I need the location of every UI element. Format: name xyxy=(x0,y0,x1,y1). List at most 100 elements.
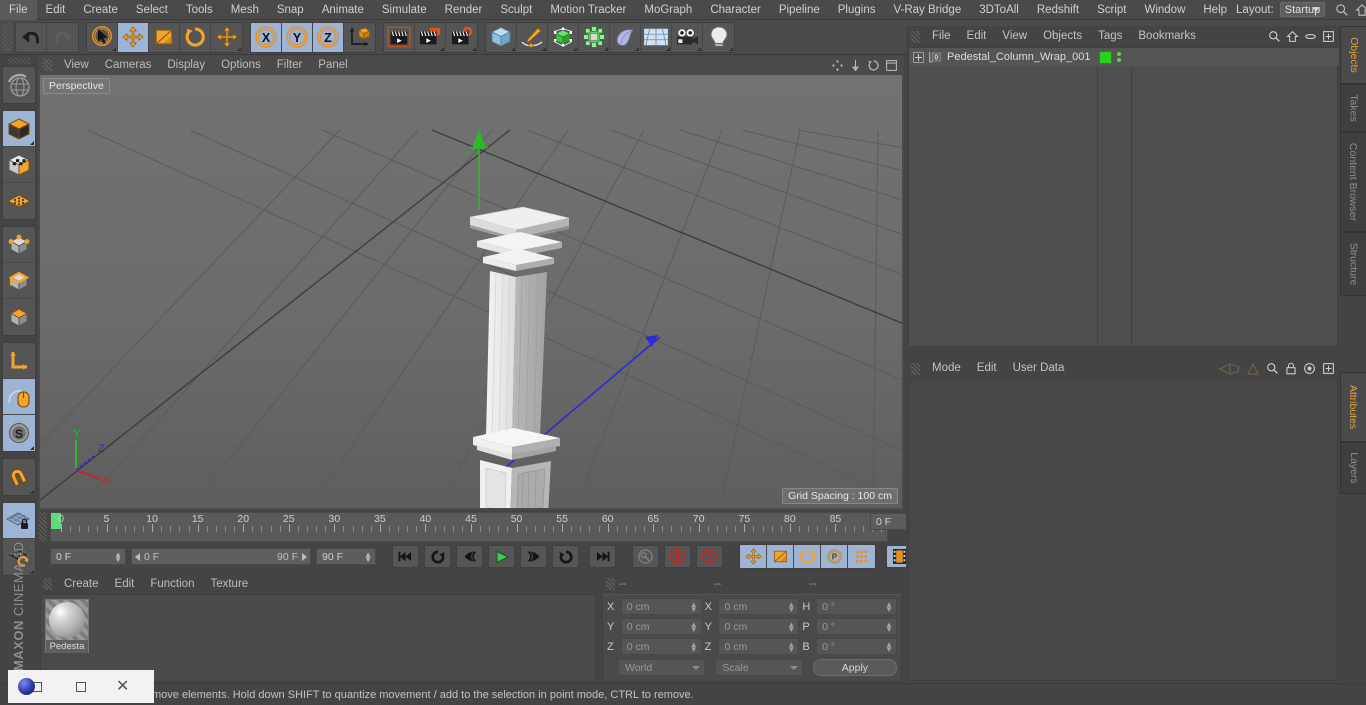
apply-button[interactable]: Apply xyxy=(812,659,898,676)
edges-mode-tool[interactable] xyxy=(3,263,35,299)
menu-item-help[interactable]: Help xyxy=(1194,0,1236,20)
menu-item-animate[interactable]: Animate xyxy=(313,0,373,20)
zoom-view-icon[interactable] xyxy=(849,59,862,72)
select-tool[interactable] xyxy=(87,22,118,52)
soft-selection-tool[interactable]: S xyxy=(3,415,35,451)
menu-item-file[interactable]: File xyxy=(0,0,37,20)
spinner-icon[interactable]: ▲▼ xyxy=(885,601,893,614)
menu-item-plugins[interactable]: Plugins xyxy=(829,0,885,20)
rotation-p-field[interactable]: 0 ° ▲ ▼ xyxy=(816,618,897,635)
object-menu-view[interactable]: View xyxy=(994,26,1035,47)
viewport-menu-view[interactable]: View xyxy=(56,55,97,75)
menu-item-redshift[interactable]: Redshift xyxy=(1028,0,1088,20)
add-scene-object-button[interactable] xyxy=(610,22,641,52)
workplane-mode-tool[interactable] xyxy=(3,183,35,219)
size-z-field[interactable]: 0 cm ▲ ▼ xyxy=(718,638,800,655)
play-forwards-button[interactable] xyxy=(552,545,579,568)
viewport-solo-tool[interactable] xyxy=(3,379,35,415)
spinner-icon[interactable]: ▲▼ xyxy=(690,621,698,634)
rotate-view-icon[interactable] xyxy=(867,59,880,72)
search-icon[interactable] xyxy=(1266,362,1279,375)
viewport-menu-filter[interactable]: Filter xyxy=(269,55,311,75)
maximize-window-icon[interactable] xyxy=(76,681,86,692)
menu-item-select[interactable]: Select xyxy=(127,0,177,20)
menu-item-sculpt[interactable]: Sculpt xyxy=(491,0,541,20)
next-frame-button[interactable] xyxy=(520,545,547,568)
attribute-menu-user-data[interactable]: User Data xyxy=(1005,358,1073,379)
render-region-button[interactable] xyxy=(415,22,446,52)
material-menu-function[interactable]: Function xyxy=(142,574,202,594)
expand-toggle-icon[interactable] xyxy=(913,51,924,63)
spinner-icon[interactable]: ▲▼ xyxy=(787,641,795,654)
add-camera-button[interactable] xyxy=(672,22,703,52)
material-menu-create[interactable]: Create xyxy=(56,574,107,594)
move-tool[interactable] xyxy=(118,22,149,52)
polygons-mode-tool[interactable] xyxy=(3,299,35,335)
max-frame-field[interactable]: 90 F ▲ ▼ xyxy=(316,548,376,565)
attribute-manager-grip[interactable] xyxy=(911,362,920,375)
maximize-view-icon[interactable] xyxy=(885,59,898,72)
tab-takes[interactable]: Takes xyxy=(1340,84,1366,132)
object-menu-edit[interactable]: Edit xyxy=(959,26,995,47)
position-z-field[interactable]: 0 cm ▲ ▼ xyxy=(620,638,702,655)
lock-y-axis[interactable]: Y xyxy=(282,22,313,52)
menu-item-mesh[interactable]: Mesh xyxy=(222,0,268,20)
close-window-icon[interactable]: ✕ xyxy=(116,678,129,694)
render-settings-button[interactable] xyxy=(446,23,477,52)
rotation-h-field[interactable]: 0 ° ▲ ▼ xyxy=(816,598,897,615)
current-frame-field[interactable]: 0 F ▲ ▼ xyxy=(50,548,126,565)
spinner-icon[interactable]: ▲▼ xyxy=(690,601,698,614)
coordinate-mode-select[interactable]: Scale xyxy=(715,659,803,676)
add-scene-element-button[interactable] xyxy=(641,22,672,52)
range-left-arrow-icon[interactable] xyxy=(135,552,140,561)
material-grip[interactable] xyxy=(43,578,52,590)
spinner-icon[interactable]: ▲▼ xyxy=(364,551,372,564)
viewport-menu-cameras[interactable]: Cameras xyxy=(97,55,160,75)
add-spline-button[interactable] xyxy=(517,22,548,52)
object-menu-bookmarks[interactable]: Bookmarks xyxy=(1130,26,1204,47)
redo-button[interactable] xyxy=(47,23,78,52)
target-icon[interactable] xyxy=(1303,362,1316,375)
menu-item-edit[interactable]: Edit xyxy=(37,0,75,20)
material-menu-texture[interactable]: Texture xyxy=(202,574,256,594)
layout-select[interactable]: Startup xyxy=(1279,2,1326,17)
object-tree[interactable]: 0 Pedestal_Column_Wrap_001 xyxy=(908,47,1339,348)
back-arrow-icon[interactable] xyxy=(1218,362,1240,375)
rotation-b-field[interactable]: 0 ° ▲ ▼ xyxy=(816,638,897,655)
menu-item-window[interactable]: Window xyxy=(1135,0,1194,20)
record-position-button[interactable] xyxy=(740,545,767,568)
record-active-objects-button[interactable] xyxy=(664,545,691,568)
object-axis-tool[interactable] xyxy=(3,343,35,379)
perspective-viewport[interactable]: Perspective Grid Spacing : 100 cm Y X Z xyxy=(40,75,902,508)
texture-mode-tool[interactable] xyxy=(3,147,35,183)
home-icon[interactable] xyxy=(1286,30,1299,43)
object-menu-tags[interactable]: Tags xyxy=(1090,26,1130,47)
range-right-arrow-icon[interactable] xyxy=(302,552,307,561)
menu-item-character[interactable]: Character xyxy=(701,0,770,20)
go-to-end-button[interactable] xyxy=(589,545,616,568)
lock-z-axis[interactable]: Z xyxy=(313,22,344,52)
tab-structure[interactable]: Structure xyxy=(1340,232,1366,296)
tab-layers[interactable]: Layers xyxy=(1340,442,1366,494)
position-x-field[interactable]: 0 cm ▲ ▼ xyxy=(620,598,702,615)
material-item[interactable]: Pedesta xyxy=(45,599,89,653)
menu-item-script[interactable]: Script xyxy=(1088,0,1135,20)
search-icon[interactable] xyxy=(1335,3,1349,17)
lock-x-axis[interactable]: X xyxy=(251,22,282,52)
viewport-menu-panel[interactable]: Panel xyxy=(310,55,355,75)
menu-item-vray-bridge[interactable]: V-Ray Bridge xyxy=(884,0,970,20)
spinner-icon[interactable]: ▲▼ xyxy=(114,551,122,564)
tab-attributes[interactable]: Attributes xyxy=(1340,372,1366,442)
home-icon[interactable] xyxy=(1355,3,1366,17)
workplane-lock-tool[interactable] xyxy=(3,503,35,539)
scale-tool[interactable] xyxy=(149,22,180,52)
world-object-axis[interactable] xyxy=(344,23,375,52)
record-scale-button[interactable] xyxy=(767,545,794,568)
viewport-menu-display[interactable]: Display xyxy=(159,55,213,75)
preview-range-bar[interactable]: 0 F 90 F xyxy=(131,548,311,565)
menu-item-mograph[interactable]: MoGraph xyxy=(635,0,701,20)
menu-item-tools[interactable]: Tools xyxy=(177,0,222,20)
menu-item-3dtoall[interactable]: 3DToAll xyxy=(970,0,1028,20)
add-light-button[interactable] xyxy=(703,23,734,52)
snap-magnet-tool[interactable] xyxy=(3,459,35,495)
